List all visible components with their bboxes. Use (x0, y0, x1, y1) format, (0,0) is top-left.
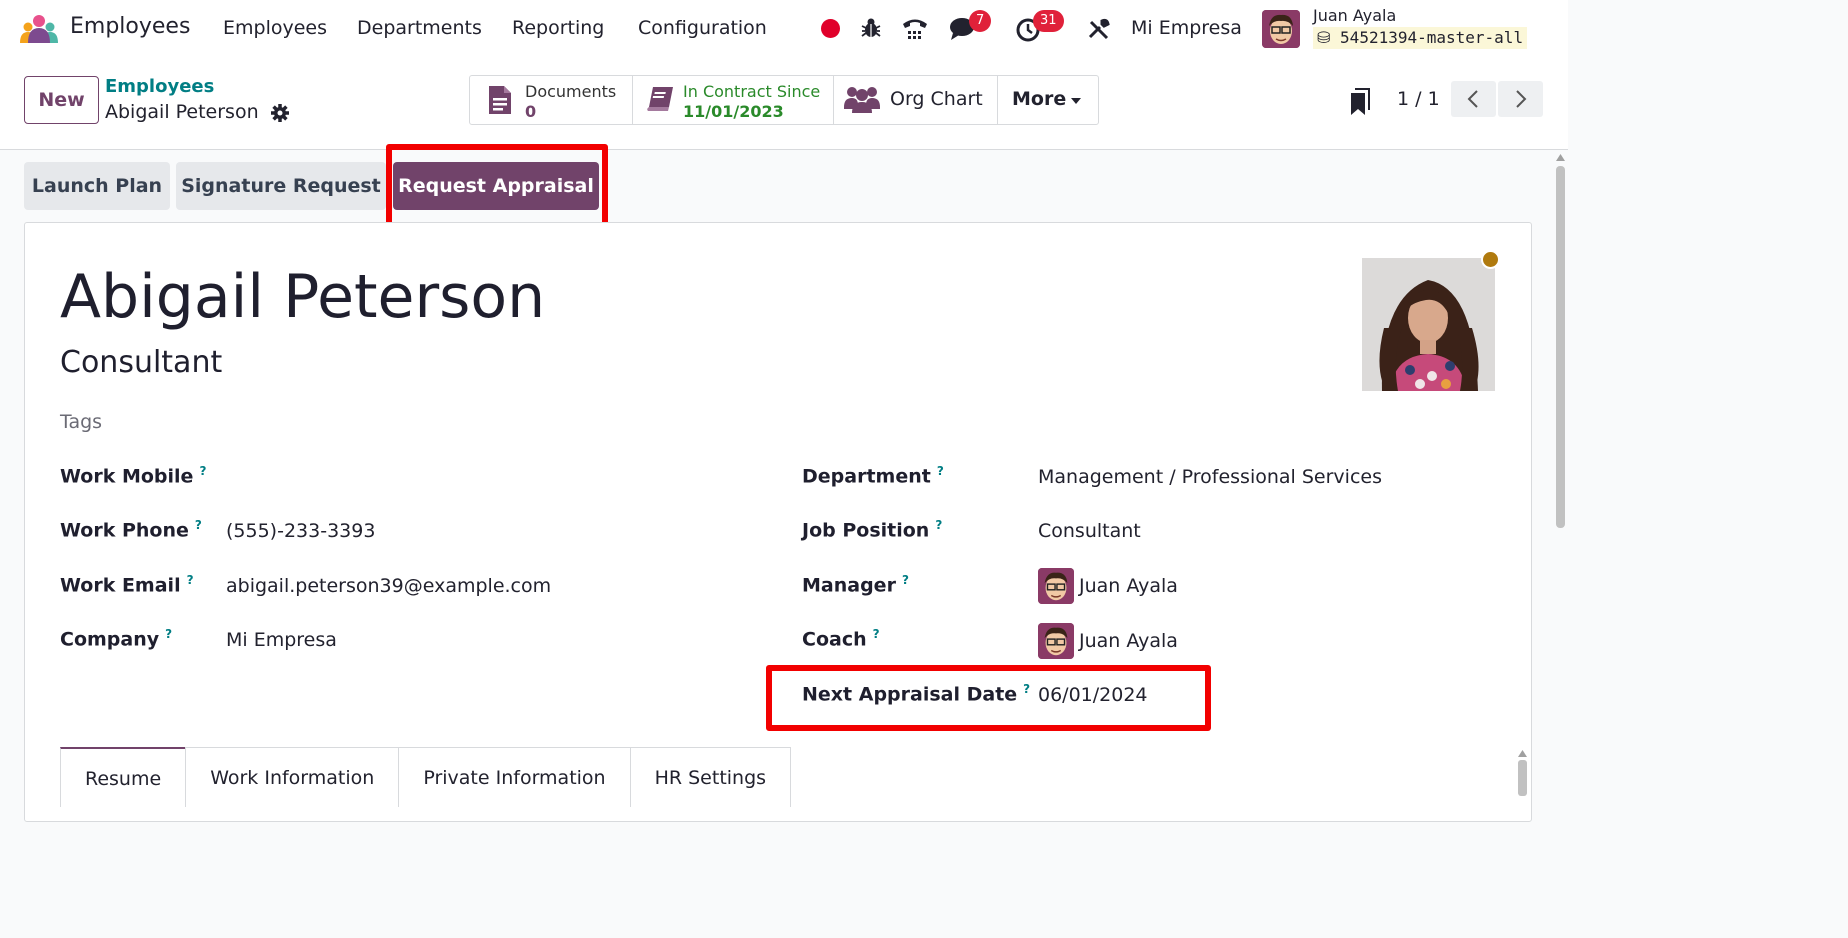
activities-count-badge: 31 (1033, 10, 1064, 32)
org-chart-smart-button[interactable]: Org Chart (834, 76, 998, 124)
work-phone-value[interactable]: (555)-233-3393 (226, 520, 375, 542)
signature-request-button[interactable]: Signature Request (176, 162, 386, 210)
chevron-left-icon (1467, 90, 1478, 108)
employee-photo[interactable] (1362, 258, 1495, 391)
control-panel: New Employees Abigail Peterson Documents… (0, 58, 1568, 150)
gear-icon[interactable] (270, 103, 290, 123)
scroll-up-arrow-icon[interactable] (1556, 154, 1565, 161)
work-email-value[interactable]: abigail.peterson39@example.com (226, 575, 551, 597)
employee-job-title[interactable]: Consultant (60, 345, 222, 380)
book-icon (647, 87, 673, 111)
page-scrollbar[interactable] (1552, 152, 1568, 796)
documents-label: Documents (525, 82, 617, 101)
menu-departments[interactable]: Departments (357, 17, 482, 39)
pager-value[interactable]: 1 / 1 (1397, 88, 1440, 110)
coach-value[interactable]: Juan Ayala (1079, 630, 1178, 652)
work-email-label: Work Email? (60, 573, 194, 597)
menu-employees[interactable]: Employees (223, 17, 327, 39)
phone-icon[interactable] (900, 15, 930, 43)
manager-value[interactable]: Juan Ayala (1079, 575, 1178, 597)
users-icon (844, 87, 880, 113)
tab-private-information[interactable]: Private Information (398, 747, 631, 807)
work-phone-label: Work Phone? (60, 518, 202, 542)
app-logo-icon[interactable] (18, 14, 60, 44)
manager-label: Manager? (802, 573, 909, 597)
tools-icon[interactable] (1087, 17, 1111, 41)
org-chart-label: Org Chart (890, 88, 983, 110)
help-icon[interactable]: ? (187, 573, 194, 587)
work-mobile-label: Work Mobile? (60, 464, 207, 488)
tab-work-information[interactable]: Work Information (185, 747, 400, 807)
job-position-label: Job Position? (802, 518, 943, 542)
company-label: Company? (60, 627, 173, 651)
contract-label: In Contract Since (683, 82, 821, 101)
documents-count: 0 (525, 102, 537, 121)
job-position-value[interactable]: Consultant (1038, 520, 1141, 542)
menu-configuration[interactable]: Configuration (638, 17, 767, 39)
pager-next-button[interactable] (1498, 81, 1543, 117)
app-title[interactable]: Employees (70, 14, 190, 39)
user-avatar[interactable] (1262, 10, 1300, 48)
help-icon[interactable]: ? (873, 627, 880, 641)
help-icon[interactable]: ? (935, 518, 942, 532)
database-label: 54521394-master-all (1340, 28, 1524, 47)
top-navbar: Employees Employees Departments Reportin… (0, 0, 1568, 58)
tab-resume[interactable]: Resume (60, 747, 187, 807)
request-appraisal-highlight (386, 144, 608, 229)
page-scroll-thumb[interactable] (1556, 166, 1565, 528)
company-value[interactable]: Mi Empresa (226, 629, 337, 651)
help-icon[interactable]: ? (195, 518, 202, 532)
database-name: ⛁ 54521394-master-all (1313, 27, 1528, 49)
breadcrumb-current-record: Abigail Peterson (105, 101, 259, 123)
department-value[interactable]: Management / Professional Services (1038, 466, 1382, 488)
tags-field[interactable]: Tags (60, 411, 102, 433)
manager-avatar[interactable] (1038, 568, 1074, 604)
user-name[interactable]: Juan Ayala (1313, 6, 1396, 25)
notebook-tabs: Resume Work Information Private Informat… (60, 747, 792, 807)
sheet-scroll-up-arrow-icon[interactable] (1518, 750, 1527, 757)
tab-hr-settings[interactable]: HR Settings (629, 747, 792, 807)
menu-reporting[interactable]: Reporting (512, 17, 604, 39)
department-label: Department? (802, 464, 944, 488)
new-button[interactable]: New (24, 76, 99, 124)
pager-previous-button[interactable] (1451, 81, 1496, 117)
smart-buttons-bar: Documents 0 In Contract Since 11/01/2023 (469, 75, 1099, 125)
help-icon[interactable]: ? (937, 464, 944, 478)
recording-indicator-icon[interactable] (821, 19, 840, 38)
sheet-scroll-thumb[interactable] (1518, 760, 1527, 796)
bookmark-icon[interactable] (1350, 88, 1370, 116)
employee-name[interactable]: Abigail Peterson (60, 262, 545, 332)
company-switcher[interactable]: Mi Empresa (1131, 17, 1242, 39)
next-appraisal-highlight (766, 665, 1211, 731)
presence-status-indicator (1481, 250, 1500, 269)
breadcrumb-employees[interactable]: Employees (105, 76, 214, 97)
sheet-scrollbar[interactable] (1516, 748, 1530, 796)
chevron-right-icon (1516, 90, 1527, 108)
documents-smart-button[interactable]: Documents 0 (470, 76, 633, 124)
messages-count-badge: 7 (969, 10, 992, 32)
coach-label: Coach? (802, 627, 880, 651)
document-icon (489, 86, 511, 114)
help-icon[interactable]: ? (199, 464, 206, 478)
database-icon: ⛁ (1317, 28, 1331, 47)
coach-avatar[interactable] (1038, 623, 1074, 659)
help-icon[interactable]: ? (902, 573, 909, 587)
more-smart-button[interactable]: More (998, 76, 1098, 124)
help-icon[interactable]: ? (165, 627, 172, 641)
bug-icon[interactable] (860, 17, 882, 39)
contract-smart-button[interactable]: In Contract Since 11/01/2023 (633, 76, 834, 124)
caret-down-icon (1071, 98, 1081, 104)
contract-date: 11/01/2023 (683, 102, 784, 121)
more-label: More (1012, 88, 1067, 110)
launch-plan-button[interactable]: Launch Plan (24, 162, 170, 210)
